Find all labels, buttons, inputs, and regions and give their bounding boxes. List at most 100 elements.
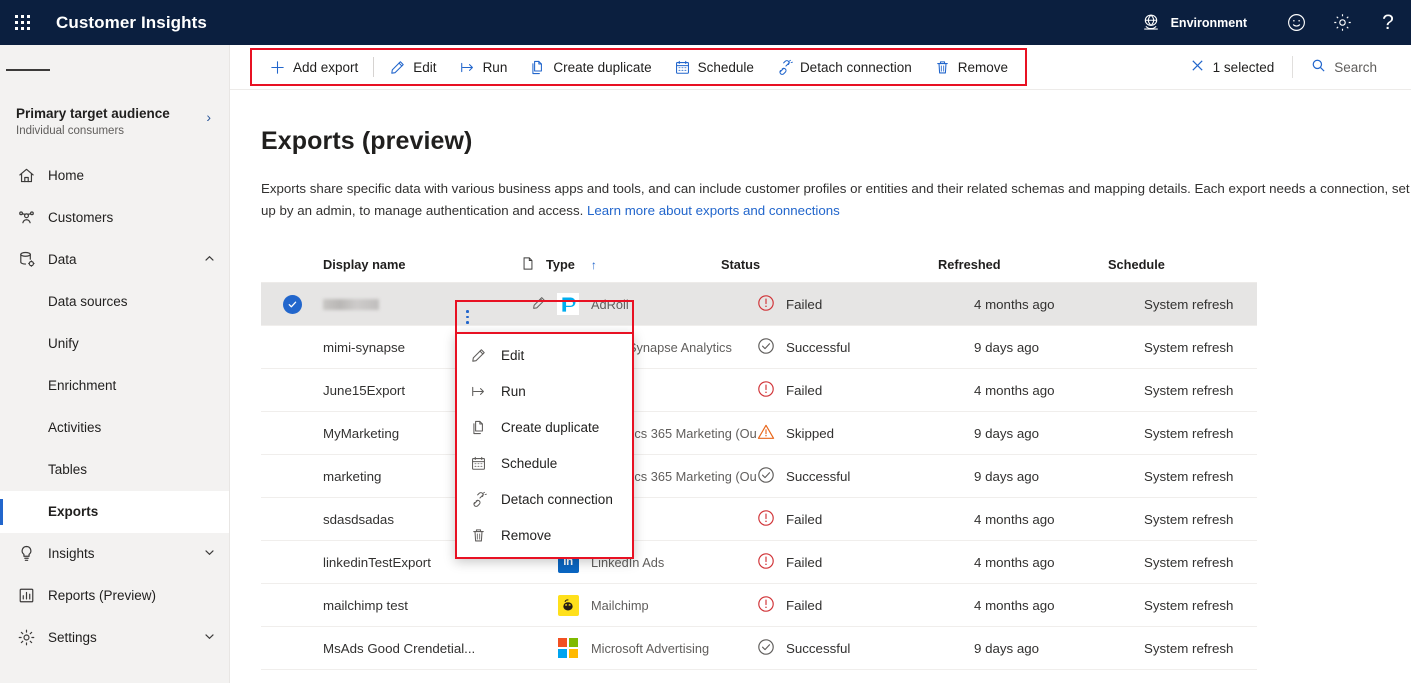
- context-menu-item-remove[interactable]: Remove: [457, 517, 632, 553]
- chevron-down-icon[interactable]: [204, 547, 215, 561]
- sidebar-item-data-sources[interactable]: Data sources: [0, 281, 229, 323]
- schedule-button[interactable]: Schedule: [663, 51, 765, 83]
- main-content: Exports (preview) Exports share specific…: [230, 90, 1411, 683]
- context-menu-item-create-duplicate[interactable]: Create duplicate: [457, 409, 632, 445]
- sidebar-item-data[interactable]: Data: [0, 239, 229, 281]
- column-header-schedule[interactable]: Schedule: [1108, 257, 1268, 272]
- feedback-button[interactable]: [1273, 0, 1319, 45]
- environment-switcher[interactable]: Environment: [1140, 12, 1247, 34]
- remove-button[interactable]: Remove: [923, 51, 1019, 83]
- row-select-cell[interactable]: [261, 294, 323, 314]
- context-menu-item-edit[interactable]: Edit: [457, 337, 632, 373]
- waffle-icon: [14, 15, 30, 30]
- search-button[interactable]: Search: [1299, 51, 1389, 83]
- audience-text: Primary target audience Individual consu…: [16, 106, 206, 137]
- column-header-type[interactable]: Type ↑: [521, 256, 721, 274]
- add-export-button[interactable]: Add export: [258, 51, 369, 83]
- nav-collapse-button[interactable]: [6, 48, 51, 92]
- table-header-row: Display name Type ↑ Status Refreshed Sch…: [261, 247, 1257, 284]
- row-status-cell: Successful: [757, 466, 974, 487]
- sidebar-item-activities[interactable]: Activities: [0, 407, 229, 449]
- people-icon: [16, 208, 36, 228]
- row-refreshed-label: 9 days ago: [974, 339, 1040, 355]
- row-status-cell: Failed: [757, 294, 974, 315]
- command-button-label: Run: [482, 59, 508, 75]
- row-refreshed-label: 9 days ago: [974, 640, 1040, 656]
- sidebar-item-label: Exports: [48, 504, 99, 520]
- row-type-cell: AdRoll: [557, 293, 757, 316]
- database-icon: [16, 250, 36, 270]
- row-refreshed-label: 4 months ago: [974, 296, 1055, 312]
- row-status-label: Failed: [786, 597, 823, 613]
- context-menu-item-detach-connection[interactable]: Detach connection: [457, 481, 632, 517]
- close-icon: [1190, 58, 1205, 76]
- search-label: Search: [1334, 59, 1377, 75]
- row-status-label: Failed: [786, 511, 823, 527]
- row-status-cell: Failed: [757, 509, 974, 530]
- row-more-actions-icon[interactable]: [466, 310, 469, 327]
- table-row[interactable]: MsAds Good Crendetial... Microsoft Adver…: [261, 627, 1257, 671]
- chevron-down-icon[interactable]: [204, 631, 215, 645]
- row-status-cell: Successful: [757, 337, 974, 358]
- sidebar-item-tables[interactable]: Tables: [0, 449, 229, 491]
- context-menu-item-run[interactable]: Run: [457, 373, 632, 409]
- primary-target-audience-selector[interactable]: Primary target audience Individual consu…: [0, 92, 229, 149]
- run-arrow-icon: [470, 383, 487, 400]
- row-refreshed-label: 4 months ago: [974, 382, 1055, 398]
- sidebar-item-insights[interactable]: Insights: [0, 533, 229, 575]
- sidebar-item-settings[interactable]: Settings: [0, 617, 229, 659]
- sidebar-item-label: Settings: [48, 630, 97, 646]
- row-edit-pencil-icon[interactable]: [531, 295, 547, 314]
- column-header-status[interactable]: Status: [721, 257, 938, 272]
- success-icon: [757, 337, 775, 358]
- help-button[interactable]: ?: [1365, 0, 1411, 45]
- divider: [1292, 56, 1294, 78]
- app-launcher-button[interactable]: [0, 0, 44, 45]
- sidebar-item-customers[interactable]: Customers: [0, 197, 229, 239]
- detach-connection-button[interactable]: Detach connection: [765, 51, 923, 83]
- settings-button[interactable]: [1319, 0, 1365, 45]
- adroll-logo: [557, 293, 579, 316]
- row-status-label: Successful: [786, 468, 851, 484]
- sidebar-item-reports-preview[interactable]: Reports (Preview): [0, 575, 229, 617]
- run-button[interactable]: Run: [448, 51, 519, 83]
- table-row[interactable]: AdRoll Failed 4 months ago System refresh: [261, 283, 1257, 327]
- table-row[interactable]: sdasdsadas Failed 4 months ago System refre…: [261, 498, 1257, 542]
- sidebar-item-unify[interactable]: Unify: [0, 323, 229, 365]
- search-icon: [1311, 58, 1326, 76]
- redacted-display-name: [323, 298, 379, 310]
- table-row[interactable]: linkedinTestExport in LinkedIn Ads Failed 4 …: [261, 541, 1257, 585]
- error-icon: [757, 509, 775, 530]
- table-row[interactable]: marketing Dynamics 365 Marketing (Out Suc…: [261, 455, 1257, 499]
- table-row[interactable]: MyMarketing Dynamics 365 Marketing (Out S…: [261, 412, 1257, 456]
- create-duplicate-button[interactable]: Create duplicate: [518, 51, 662, 83]
- column-header-display-name[interactable]: Display name: [261, 257, 521, 272]
- row-type-label: AdRoll: [591, 296, 629, 312]
- learn-more-link[interactable]: Learn more about exports and connections: [587, 203, 840, 218]
- sidebar-item-exports[interactable]: Exports: [0, 490, 229, 533]
- command-button-label: Create duplicate: [553, 59, 652, 75]
- table-row[interactable]: mailchimp test Mailchimp Failed 4 months a…: [261, 584, 1257, 628]
- clear-selection-button[interactable]: 1 selected: [1178, 51, 1287, 83]
- calendar-icon: [470, 455, 487, 472]
- edit-button[interactable]: Edit: [378, 51, 447, 83]
- context-menu-item-label: Create duplicate: [501, 419, 600, 435]
- sidebar-item-home[interactable]: Home: [0, 155, 229, 197]
- row-status-label: Failed: [786, 296, 823, 312]
- sidebar-item-label: Customers: [48, 210, 114, 226]
- sidebar-item-label: Reports (Preview): [48, 588, 157, 604]
- home-icon: [16, 166, 36, 186]
- table-row[interactable]: June15Export Failed 4 months ago System ref…: [261, 369, 1257, 413]
- sidebar-item-enrichment[interactable]: Enrichment: [0, 365, 229, 407]
- chevron-up-icon[interactable]: [204, 253, 215, 267]
- error-icon: [757, 380, 775, 401]
- row-checkbox-checked[interactable]: [282, 294, 302, 314]
- row-status-cell: Successful: [757, 638, 974, 659]
- environment-globe-icon: [1140, 12, 1162, 34]
- success-icon: [757, 638, 775, 659]
- column-header-refreshed[interactable]: Refreshed: [938, 257, 1108, 272]
- command-bar-right: 1 selected Search: [1178, 51, 1411, 83]
- microsoft-logo: [558, 638, 578, 659]
- context-menu-item-schedule[interactable]: Schedule: [457, 445, 632, 481]
- table-row[interactable]: mimi-synapse Azure Synapse Analytics Succ…: [261, 326, 1257, 370]
